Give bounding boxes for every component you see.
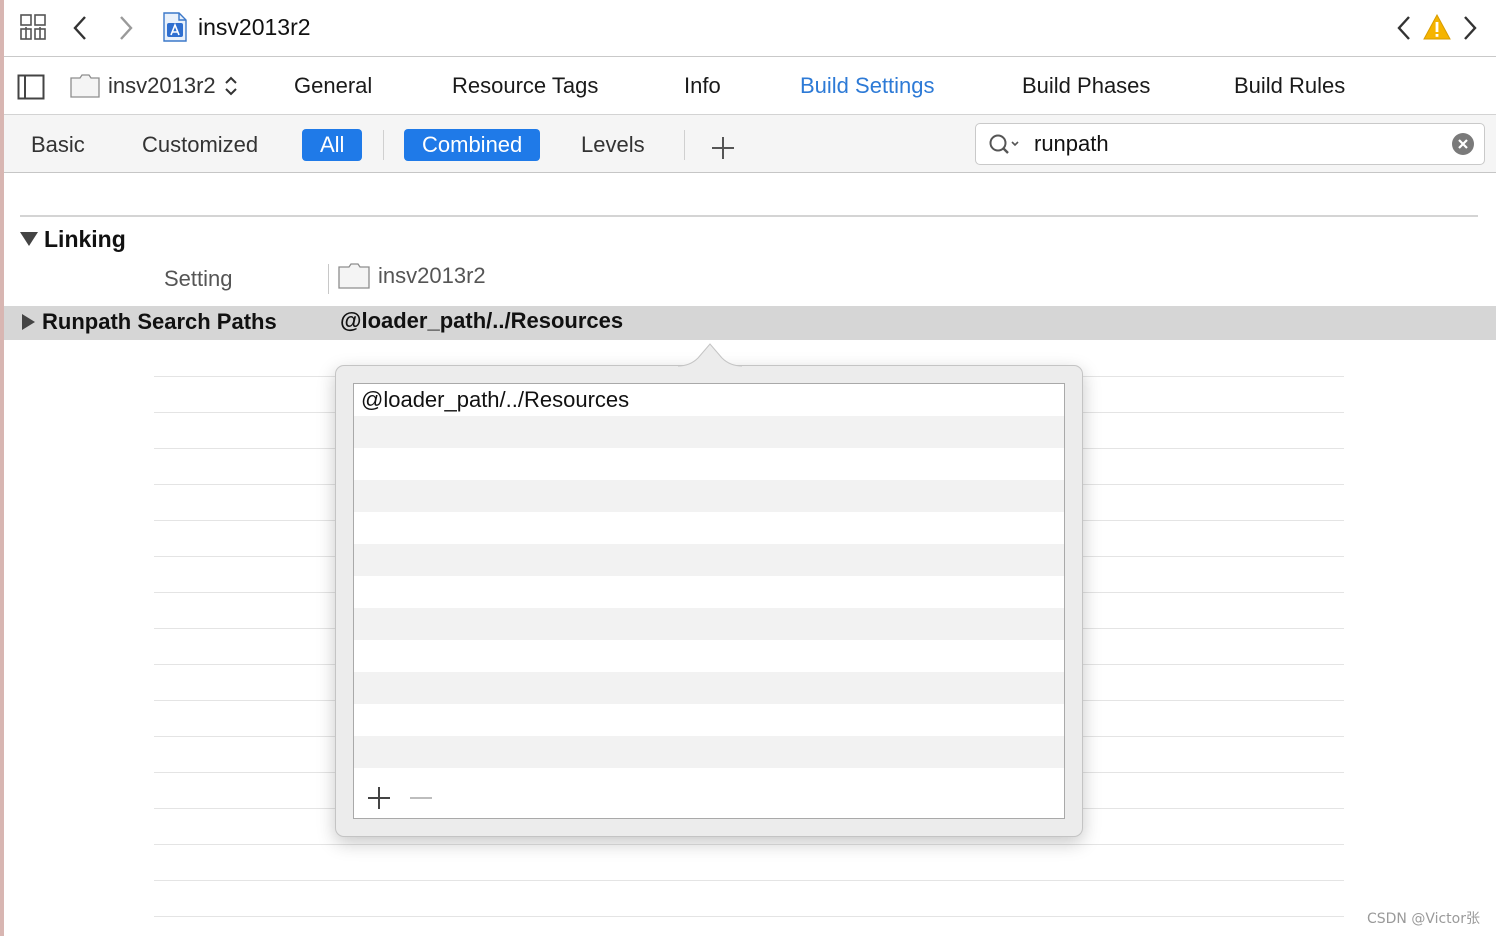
row-separator (154, 844, 1344, 845)
target-popup-label: insv2013r2 (108, 73, 216, 98)
jump-bar: insv2013r2 (4, 0, 1496, 57)
search-icon[interactable] (988, 133, 1022, 155)
settings-filter-bar: Basic Customized All Combined Levels run… (4, 115, 1496, 173)
filter-separator (383, 130, 384, 160)
runpath-editor-popover: @loader_path/../Resources (335, 365, 1083, 837)
column-header-setting: Setting (164, 266, 233, 291)
updown-chevron-icon (224, 76, 237, 96)
watermark: CSDN @Victor张 (1366, 911, 1480, 927)
setting-name[interactable]: Runpath Search Paths (42, 309, 277, 335)
row-separator (154, 880, 1344, 881)
section-title[interactable]: Linking (44, 226, 126, 253)
runpath-entry[interactable]: @loader_path/../Resources (354, 384, 1064, 416)
filter-separator (684, 130, 685, 160)
filter-basic[interactable]: Basic (29, 129, 87, 161)
tab-build-rules[interactable]: Build Rules (1234, 73, 1345, 99)
filter-levels[interactable]: Levels (579, 129, 647, 161)
section-divider (20, 215, 1478, 217)
popover-arrow (678, 343, 742, 368)
tab-general[interactable]: General (294, 73, 372, 99)
empty-entry-row[interactable] (354, 480, 1064, 512)
target-popup-button[interactable]: insv2013r2 (70, 73, 238, 99)
column-divider (328, 264, 329, 294)
related-items-grid-icon[interactable] (20, 14, 46, 40)
tab-build-settings[interactable]: Build Settings (800, 73, 935, 99)
settings-search-field[interactable]: runpath (975, 123, 1485, 165)
empty-entry-row[interactable] (354, 512, 1064, 544)
minus-icon (410, 797, 432, 799)
clear-search-icon[interactable] (1452, 133, 1474, 155)
filter-combined[interactable]: Combined (404, 129, 541, 161)
column-header-target-label: insv2013r2 (378, 263, 486, 288)
back-chevron-icon[interactable] (70, 14, 90, 42)
runpath-entries-list[interactable]: @loader_path/../Resources (353, 383, 1065, 819)
empty-entry-row[interactable] (354, 544, 1064, 576)
issue-forward-chevron-icon[interactable] (1460, 14, 1480, 42)
empty-entry-row[interactable] (354, 416, 1064, 448)
tab-info[interactable]: Info (684, 73, 721, 99)
issue-back-chevron-icon[interactable] (1394, 14, 1414, 42)
hide-project-navigator-icon[interactable] (17, 74, 45, 100)
setting-value[interactable]: @loader_path/../Resources (340, 308, 623, 334)
collapse-triangle-icon[interactable] (20, 232, 38, 246)
add-entry-button[interactable] (364, 784, 394, 812)
empty-entry-row[interactable] (354, 448, 1064, 480)
empty-entry-row[interactable] (354, 608, 1064, 640)
editor-tabs-bar: insv2013r2 General Resource Tags Info Bu… (4, 57, 1496, 115)
xcode-project-file-icon (163, 12, 187, 42)
add-setting-plus-icon[interactable] (710, 135, 736, 161)
plus-icon (368, 787, 390, 809)
empty-entry-row[interactable] (354, 576, 1064, 608)
target-folder-icon (70, 74, 100, 98)
remove-entry-button[interactable] (406, 784, 436, 812)
target-folder-icon (338, 263, 370, 289)
list-controls (364, 784, 436, 812)
filter-customized[interactable]: Customized (140, 129, 260, 161)
forward-chevron-icon[interactable] (116, 14, 136, 42)
expand-triangle-icon[interactable] (22, 314, 35, 330)
column-header-target: insv2013r2 (338, 263, 486, 289)
row-separator (154, 916, 1344, 917)
search-input-value[interactable]: runpath (1034, 131, 1109, 157)
warning-icon[interactable] (1423, 14, 1451, 40)
empty-entry-row[interactable] (354, 672, 1064, 704)
empty-entry-row[interactable] (354, 640, 1064, 672)
filter-all[interactable]: All (302, 129, 363, 161)
tab-resource-tags[interactable]: Resource Tags (452, 73, 598, 99)
tab-build-phases[interactable]: Build Phases (1022, 73, 1150, 99)
empty-entry-row[interactable] (354, 736, 1064, 768)
empty-entry-row[interactable] (354, 704, 1064, 736)
jump-bar-project-name[interactable]: insv2013r2 (198, 14, 311, 41)
